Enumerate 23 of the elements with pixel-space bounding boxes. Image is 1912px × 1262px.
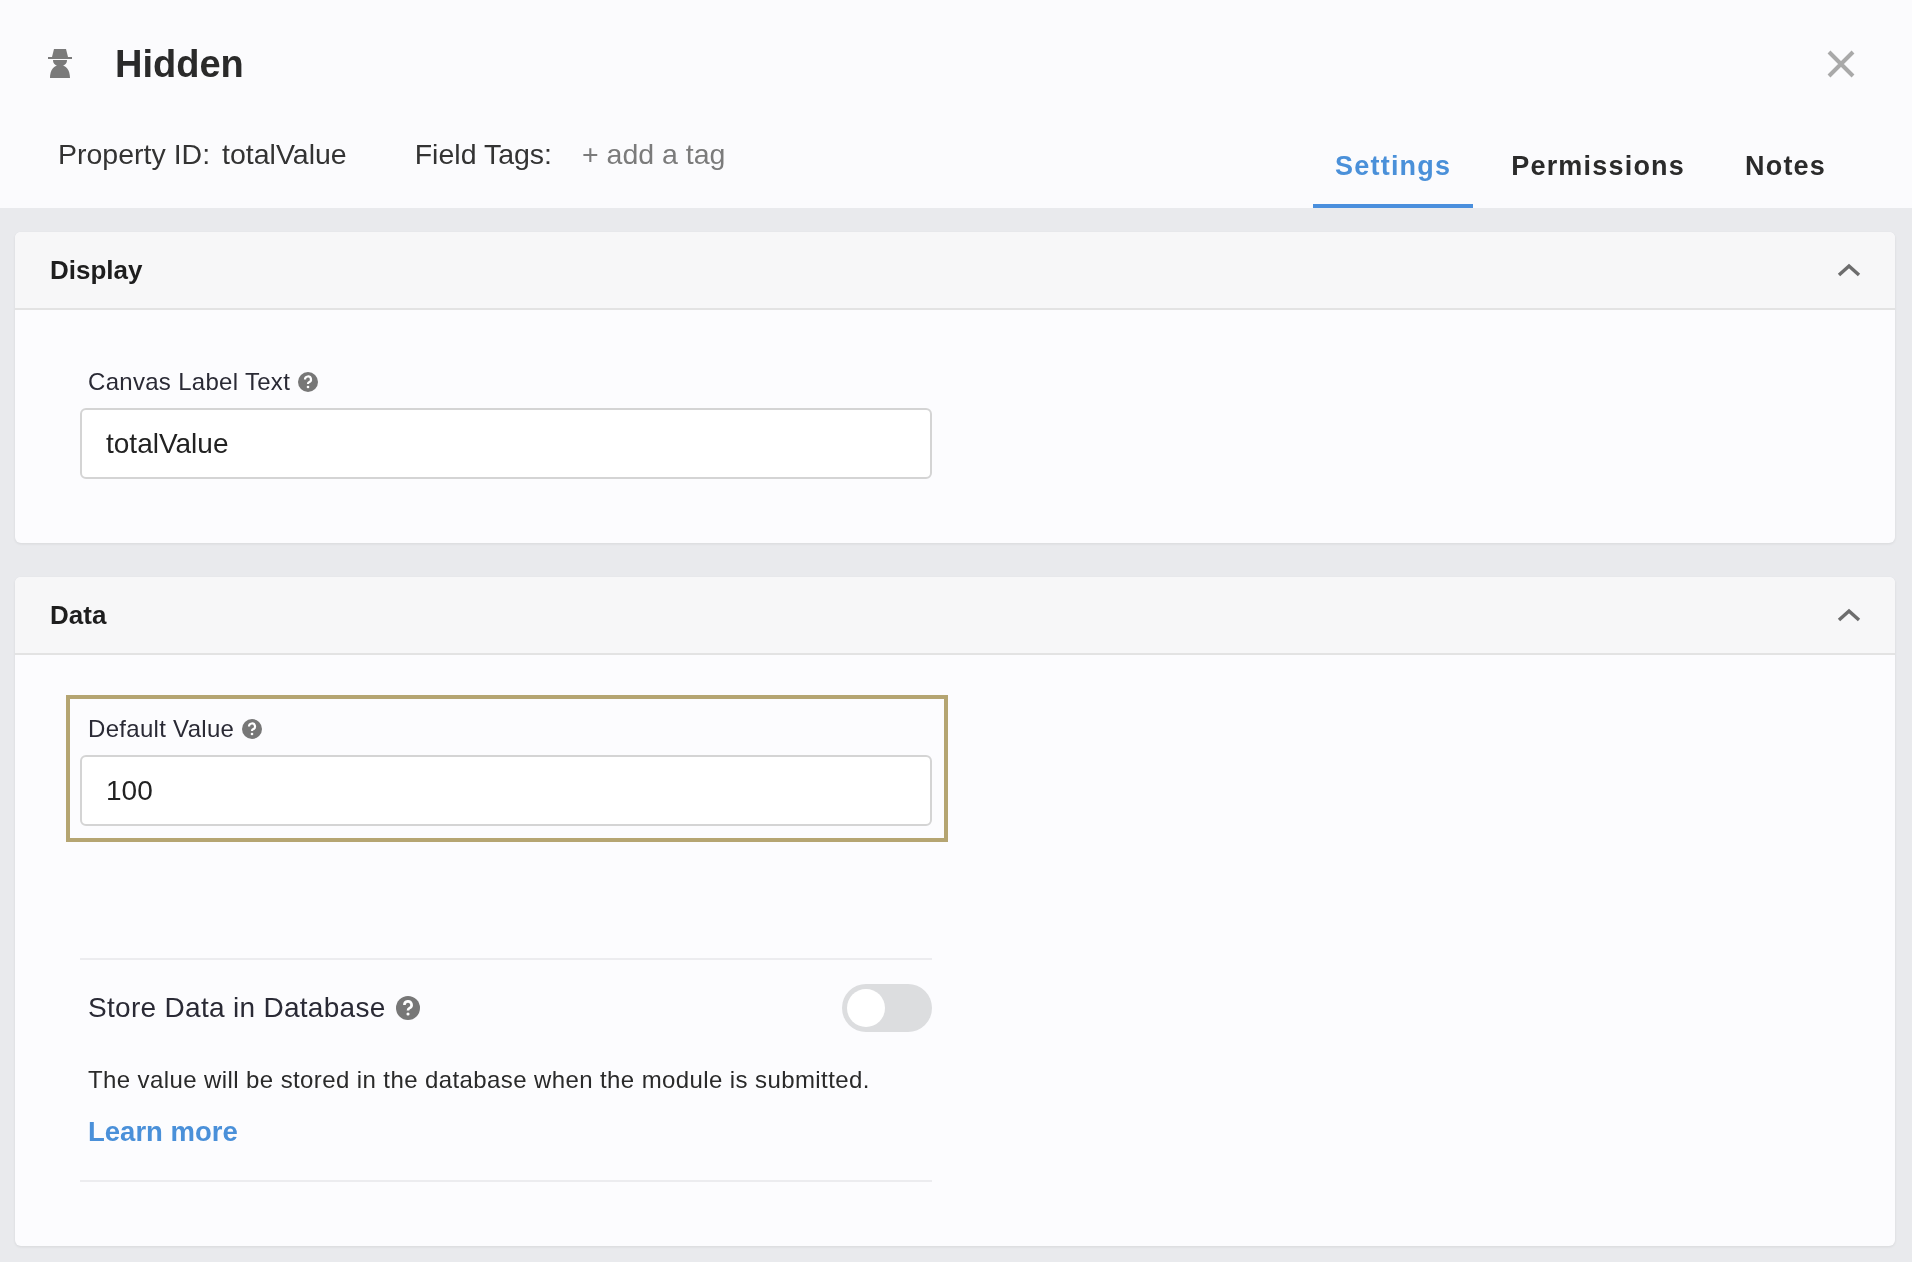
field-label: Default Value bbox=[88, 715, 235, 743]
close-icon[interactable] bbox=[1826, 49, 1856, 79]
text-input[interactable]: 100 bbox=[80, 755, 932, 826]
field-label: Canvas Label Text bbox=[88, 368, 291, 396]
chevron-icon[interactable] bbox=[1837, 608, 1861, 622]
description-text: The value will be stored in the database when the module is submitted. bbox=[88, 1066, 871, 1094]
toggle-switch[interactable] bbox=[842, 984, 932, 1032]
help-icon[interactable] bbox=[395, 996, 420, 1020]
field-tags-label: Field Tags: bbox=[414, 137, 552, 171]
add-tag-link[interactable]: + add a tag bbox=[582, 137, 726, 171]
tab[interactable]: Permissions bbox=[1489, 128, 1707, 208]
dialog-title: Hidden bbox=[115, 42, 244, 86]
spy-icon bbox=[46, 48, 74, 78]
chevron-icon[interactable] bbox=[1837, 263, 1861, 277]
toggle-label: Store Data in Database bbox=[88, 992, 386, 1024]
help-icon[interactable] bbox=[298, 372, 319, 392]
property-id-label: Property ID: bbox=[58, 137, 211, 171]
tab[interactable]: Notes bbox=[1723, 128, 1848, 208]
section-title: Data bbox=[50, 599, 107, 631]
help-icon[interactable] bbox=[242, 719, 263, 739]
section-title: Display bbox=[50, 254, 143, 286]
property-id-value: totalValue bbox=[222, 137, 347, 171]
text-input[interactable]: totalValue bbox=[80, 408, 932, 479]
